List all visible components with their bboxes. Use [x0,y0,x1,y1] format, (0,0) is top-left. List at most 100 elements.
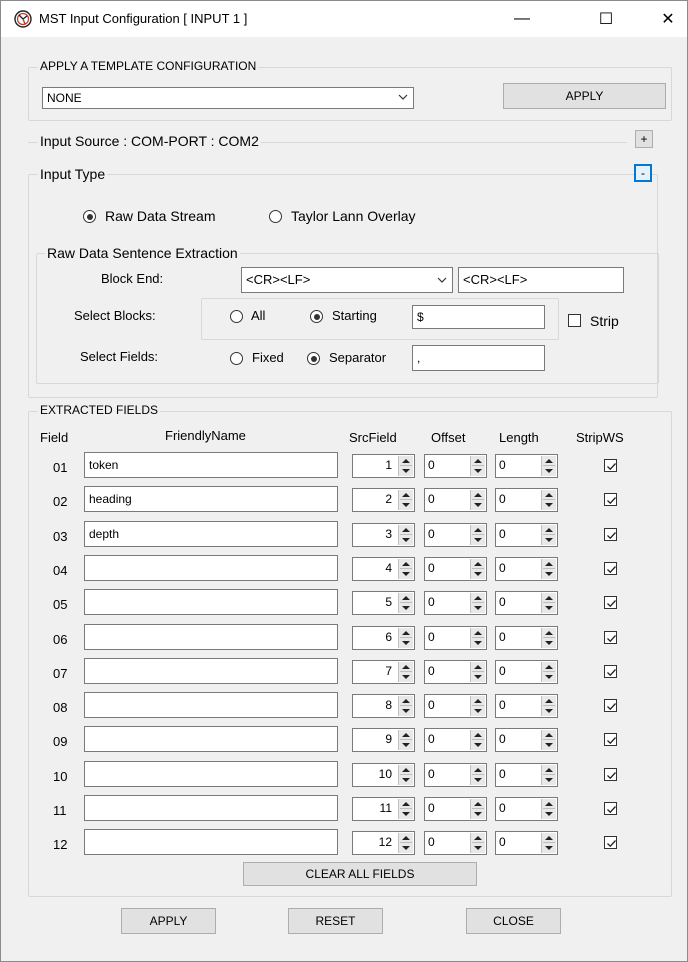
spinner-arrows-icon[interactable] [541,628,556,648]
raw-data-stream-radio[interactable] [83,210,96,223]
src-field-spinner[interactable]: 3 [352,523,415,547]
length-spinner[interactable]: 0 [495,763,558,787]
spinner-arrows-icon[interactable] [398,799,413,819]
spinner-arrows-icon[interactable] [470,525,485,545]
reset-button[interactable]: RESET [288,908,383,934]
spinner-arrows-icon[interactable] [398,765,413,785]
friendly-name-input[interactable]: token [84,452,338,478]
src-field-spinner[interactable]: 8 [352,694,415,718]
taylor-lann-overlay-radio[interactable] [269,210,282,223]
length-spinner[interactable]: 0 [495,694,558,718]
offset-spinner[interactable]: 0 [424,694,487,718]
spinner-arrows-icon[interactable] [541,696,556,716]
length-spinner[interactable]: 0 [495,797,558,821]
template-apply-button[interactable]: APPLY [503,83,666,109]
friendly-name-input[interactable] [84,658,338,684]
spinner-arrows-icon[interactable] [398,593,413,613]
separator-field[interactable]: , [412,345,545,371]
spinner-arrows-icon[interactable] [470,456,485,476]
friendly-name-input[interactable] [84,726,338,752]
offset-spinner[interactable]: 0 [424,831,487,855]
fields-separator-radio[interactable] [307,352,320,365]
offset-spinner[interactable]: 0 [424,523,487,547]
length-spinner[interactable]: 0 [495,831,558,855]
strip-ws-checkbox[interactable] [604,528,617,541]
strip-ws-checkbox[interactable] [604,768,617,781]
spinner-arrows-icon[interactable] [541,559,556,579]
spinner-arrows-icon[interactable] [470,662,485,682]
spinner-arrows-icon[interactable] [541,593,556,613]
spinner-arrows-icon[interactable] [541,765,556,785]
length-spinner[interactable]: 0 [495,557,558,581]
length-spinner[interactable]: 0 [495,728,558,752]
spinner-arrows-icon[interactable] [541,456,556,476]
spinner-arrows-icon[interactable] [541,662,556,682]
spinner-arrows-icon[interactable] [470,730,485,750]
src-field-spinner[interactable]: 9 [352,728,415,752]
spinner-arrows-icon[interactable] [541,730,556,750]
fields-fixed-radio[interactable] [230,352,243,365]
length-spinner[interactable]: 0 [495,488,558,512]
spinner-arrows-icon[interactable] [470,490,485,510]
spinner-arrows-icon[interactable] [470,765,485,785]
src-field-spinner[interactable]: 5 [352,591,415,615]
block-end-select[interactable]: <CR><LF> [241,267,453,293]
strip-ws-checkbox[interactable] [604,802,617,815]
src-field-spinner[interactable]: 10 [352,763,415,787]
spinner-arrows-icon[interactable] [541,525,556,545]
src-field-spinner[interactable]: 2 [352,488,415,512]
spinner-arrows-icon[interactable] [398,456,413,476]
spinner-arrows-icon[interactable] [398,525,413,545]
spinner-arrows-icon[interactable] [398,662,413,682]
clear-all-fields-button[interactable]: CLEAR ALL FIELDS [243,862,477,886]
src-field-spinner[interactable]: 12 [352,831,415,855]
src-field-spinner[interactable]: 1 [352,454,415,478]
offset-spinner[interactable]: 0 [424,454,487,478]
apply-button[interactable]: APPLY [121,908,216,934]
spinner-arrows-icon[interactable] [541,799,556,819]
minimize-button[interactable]: — [499,1,545,37]
spinner-arrows-icon[interactable] [398,730,413,750]
spinner-arrows-icon[interactable] [470,628,485,648]
length-spinner[interactable]: 0 [495,523,558,547]
strip-ws-checkbox[interactable] [604,836,617,849]
spinner-arrows-icon[interactable] [470,593,485,613]
length-spinner[interactable]: 0 [495,591,558,615]
strip-ws-checkbox[interactable] [604,596,617,609]
starting-field[interactable]: $ [412,305,545,329]
input-type-collapse-button[interactable]: - [634,164,652,182]
strip-ws-checkbox[interactable] [604,493,617,506]
strip-checkbox[interactable] [568,314,581,327]
blocks-all-radio[interactable] [230,310,243,323]
friendly-name-input[interactable] [84,555,338,581]
src-field-spinner[interactable]: 4 [352,557,415,581]
offset-spinner[interactable]: 0 [424,660,487,684]
close-window-button[interactable]: ✕ [645,1,688,37]
spinner-arrows-icon[interactable] [541,833,556,853]
length-spinner[interactable]: 0 [495,660,558,684]
input-source-expand-button[interactable]: + [635,130,653,148]
spinner-arrows-icon[interactable] [470,559,485,579]
offset-spinner[interactable]: 0 [424,626,487,650]
offset-spinner[interactable]: 0 [424,763,487,787]
block-end-field[interactable]: <CR><LF> [458,267,624,293]
strip-ws-checkbox[interactable] [604,699,617,712]
friendly-name-input[interactable] [84,829,338,855]
friendly-name-input[interactable]: depth [84,521,338,547]
spinner-arrows-icon[interactable] [470,696,485,716]
offset-spinner[interactable]: 0 [424,728,487,752]
src-field-spinner[interactable]: 6 [352,626,415,650]
strip-ws-checkbox[interactable] [604,459,617,472]
maximize-button[interactable]: ☐ [583,1,629,37]
offset-spinner[interactable]: 0 [424,488,487,512]
friendly-name-input[interactable] [84,761,338,787]
spinner-arrows-icon[interactable] [470,799,485,819]
spinner-arrows-icon[interactable] [470,833,485,853]
src-field-spinner[interactable]: 11 [352,797,415,821]
friendly-name-input[interactable]: heading [84,486,338,512]
spinner-arrows-icon[interactable] [398,833,413,853]
strip-ws-checkbox[interactable] [604,562,617,575]
friendly-name-input[interactable] [84,624,338,650]
spinner-arrows-icon[interactable] [541,490,556,510]
length-spinner[interactable]: 0 [495,626,558,650]
